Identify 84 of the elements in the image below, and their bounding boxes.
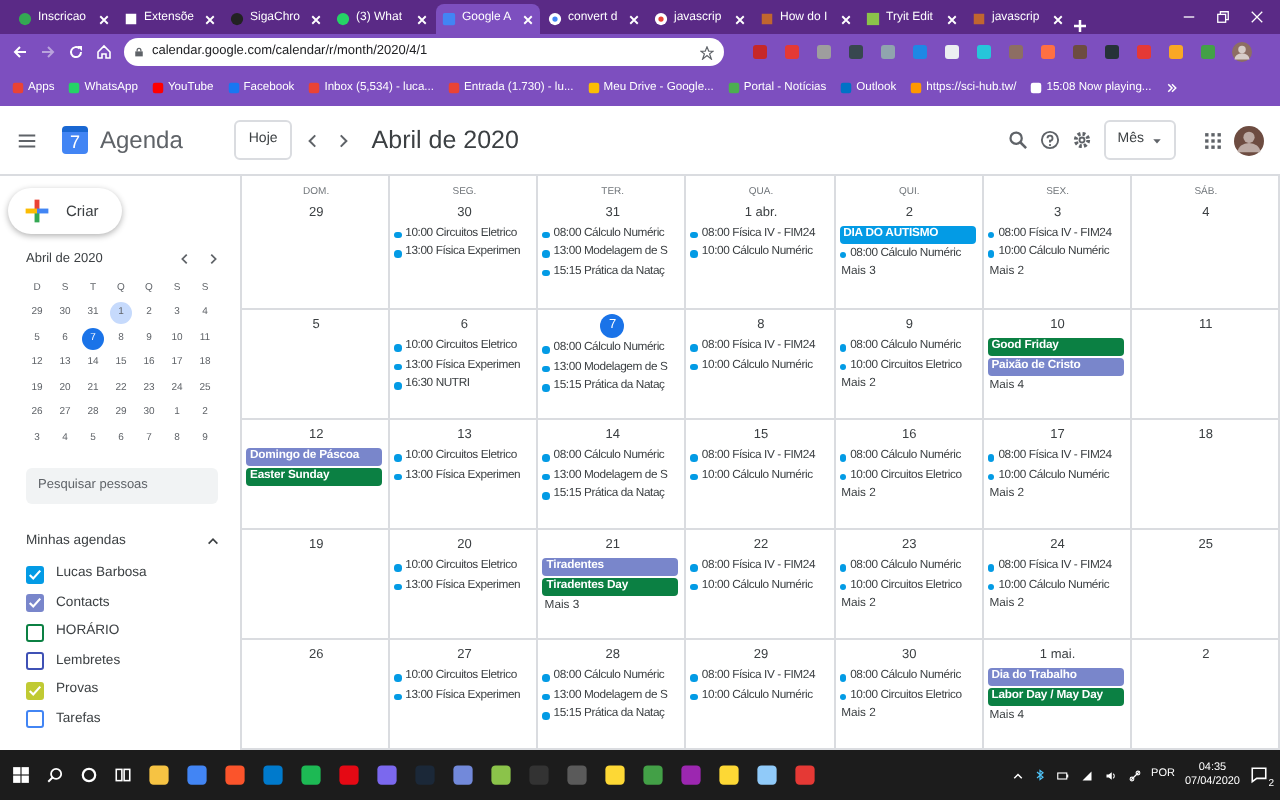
reload-icon[interactable] [68,44,84,60]
site-icon [442,12,456,26]
search-icon[interactable] [1007,130,1028,150]
previous-icon[interactable] [303,131,322,149]
settings-icon[interactable] [1071,130,1092,150]
site-icon [548,12,562,26]
close-icon[interactable] [628,13,640,25]
site-icon [910,82,923,94]
home-icon[interactable] [96,44,112,60]
checkbox[interactable] [26,710,44,729]
checkbox[interactable] [26,681,44,700]
caret-icon [1152,135,1162,145]
star-icon[interactable] [700,45,714,59]
forward-icon[interactable] [40,44,56,60]
app-icon[interactable] [604,764,626,786]
previous-icon[interactable] [178,252,192,267]
help-icon[interactable] [1039,130,1060,150]
app-icon[interactable] [452,764,474,786]
site-icon [760,12,774,26]
close-icon[interactable] [946,13,958,25]
collapse-icon[interactable] [206,534,220,549]
menu-icon[interactable] [16,129,38,151]
checkbox[interactable] [26,652,44,671]
app-icon[interactable] [300,764,322,786]
calendar-logo: 7 [62,126,88,154]
site-icon [12,82,24,94]
close-icon[interactable] [1250,10,1264,24]
circle-icon[interactable] [80,766,98,784]
site-icon [448,82,460,94]
volume-icon[interactable] [1103,769,1118,781]
site-icon [68,82,81,94]
close-icon[interactable] [840,13,852,25]
close-icon[interactable] [734,13,746,25]
site-icon [230,12,244,26]
close-icon[interactable] [1052,13,1064,25]
checkbox[interactable] [26,594,44,613]
site-icon [18,12,32,26]
site-icon [124,12,138,26]
task-view-icon[interactable] [114,766,132,784]
lock-icon [134,46,144,58]
site-icon [227,82,240,94]
site-icon [1030,82,1043,94]
site-icon [654,12,668,26]
site-icon [308,82,321,94]
month-title: Abril de 2020 [371,123,519,158]
site-icon [336,12,350,26]
apps-grid-icon[interactable] [1204,131,1222,149]
close-icon[interactable] [204,13,216,25]
app-icon[interactable] [148,764,170,786]
site-icon [727,82,740,94]
link-icon[interactable] [1127,769,1142,781]
site-icon [587,82,600,94]
bluetooth-icon[interactable] [1033,768,1046,782]
app-icon[interactable] [642,764,664,786]
site-icon [840,82,853,94]
next-icon[interactable] [206,252,220,267]
close-icon[interactable] [522,13,534,25]
app-name: Agenda [100,124,183,158]
new-tab-icon[interactable] [1072,18,1088,34]
app-icon[interactable] [490,764,512,786]
wifi-icon[interactable] [1079,769,1094,781]
site-icon [151,82,164,94]
windows-icon[interactable] [12,766,30,784]
restore-icon[interactable] [1216,10,1230,24]
app-icon[interactable] [224,764,246,786]
chevron-double-icon[interactable] [1165,82,1178,94]
notification-icon[interactable] [1250,765,1268,784]
avatar-icon[interactable] [1234,125,1264,155]
avatar-icon[interactable] [1232,42,1252,62]
site-icon [866,12,880,26]
app-icon[interactable] [756,764,778,786]
checkbox[interactable] [26,565,44,584]
close-icon[interactable] [416,13,428,25]
minimize-icon[interactable] [1182,10,1196,24]
battery-icon[interactable] [1055,769,1070,781]
plus-icon [24,198,50,224]
close-icon[interactable] [310,13,322,25]
back-icon[interactable] [12,44,28,60]
caret-up-icon[interactable] [1011,769,1024,781]
search-icon[interactable] [46,766,64,784]
checkbox[interactable] [26,623,44,642]
app-icon[interactable] [718,764,740,786]
site-icon [972,12,986,26]
close-icon[interactable] [98,13,110,25]
